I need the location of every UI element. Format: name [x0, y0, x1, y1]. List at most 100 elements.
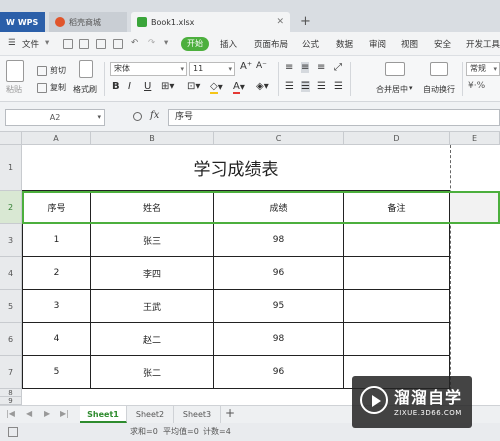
column-header-b[interactable]: B	[91, 132, 214, 145]
file-menu[interactable]: 文件	[22, 38, 39, 50]
merge-dropdown-icon[interactable]: ▾	[409, 84, 413, 92]
first-sheet-icon[interactable]: |◀	[6, 409, 15, 418]
paste-button[interactable]: 粘贴	[6, 84, 22, 95]
menu-page-layout[interactable]: 页面布局	[254, 38, 288, 50]
wrap-text-icon[interactable]	[430, 62, 448, 76]
table-cell[interactable]	[344, 290, 450, 323]
table-cell[interactable]: 5	[22, 356, 91, 389]
row-header-6[interactable]: 6	[0, 323, 22, 356]
align-center-icon[interactable]: ☰	[301, 81, 310, 92]
merge-center-icon[interactable]	[385, 62, 405, 76]
table-cell[interactable]	[344, 323, 450, 356]
paste-icon[interactable]	[6, 60, 24, 82]
table-cell[interactable]: 李四	[91, 257, 214, 290]
wps-home-tab[interactable]: W WPS	[0, 12, 45, 32]
sheet-tab-sheet3[interactable]: Sheet3	[174, 406, 221, 423]
menu-view[interactable]: 视图	[401, 38, 418, 50]
italic-icon[interactable]: I	[128, 81, 131, 92]
merge-center-button[interactable]: 合并居中	[376, 84, 408, 95]
copy-button[interactable]: 复制	[37, 82, 66, 93]
menu-review[interactable]: 审阅	[369, 38, 386, 50]
add-sheet-icon[interactable]: +	[225, 406, 235, 420]
table-cell[interactable]	[344, 224, 450, 257]
daoke-store-tab[interactable]: 稻壳商城	[49, 12, 127, 32]
cut-button[interactable]: 剪切	[37, 65, 66, 76]
underline-icon[interactable]: U	[144, 81, 151, 92]
table-cell[interactable]: 98	[214, 323, 344, 356]
row-header-9[interactable]: 9	[0, 397, 22, 405]
select-all-corner[interactable]	[0, 132, 22, 145]
chevron-down-icon[interactable]: ▾	[45, 38, 49, 48]
redo-icon[interactable]: ↷	[148, 38, 155, 48]
row-header-2[interactable]: 2	[0, 191, 22, 224]
sheet-title-cell[interactable]: 学习成绩表	[22, 145, 450, 191]
increase-font-icon[interactable]: A⁺	[240, 61, 252, 72]
menu-security[interactable]: 安全	[434, 38, 451, 50]
menu-developer[interactable]: 开发工具	[466, 38, 500, 50]
menu-insert[interactable]: 插入	[220, 38, 237, 50]
header-cell-notes[interactable]: 备注	[344, 191, 450, 224]
next-sheet-icon[interactable]: ▶	[44, 409, 50, 418]
row-header-5[interactable]: 5	[0, 290, 22, 323]
orientation-icon[interactable]: ⤢	[334, 62, 342, 73]
header-cell-e[interactable]	[450, 191, 500, 224]
column-header-d[interactable]: D	[344, 132, 450, 145]
table-cell[interactable]: 3	[22, 290, 91, 323]
table-cell[interactable]: 王武	[91, 290, 214, 323]
table-cell[interactable]: 98	[214, 224, 344, 257]
header-cell-name[interactable]: 姓名	[91, 191, 214, 224]
align-top-icon[interactable]: ≡	[285, 62, 293, 73]
row-header-1[interactable]: 1	[0, 145, 22, 191]
row-header-7[interactable]: 7	[0, 356, 22, 389]
new-tab-icon[interactable]: +	[300, 14, 311, 29]
table-cell[interactable]: 1	[22, 224, 91, 257]
name-box[interactable]: A2	[5, 109, 105, 126]
spreadsheet-grid[interactable]: A B C D E 1 2 3 4 5 6 7 8 9 学习成绩表 序号 姓名 …	[0, 132, 500, 405]
formula-input[interactable]: 序号	[168, 109, 500, 126]
table-cell[interactable]	[344, 257, 450, 290]
export-icon[interactable]	[113, 39, 123, 49]
currency-format-icon[interactable]: ¥·%	[468, 81, 485, 91]
format-painter-icon[interactable]	[79, 60, 93, 78]
row-header-3[interactable]: 3	[0, 224, 22, 257]
number-format-select[interactable]: 常规	[466, 62, 500, 76]
column-header-c[interactable]: C	[214, 132, 344, 145]
sheet-tab-sheet1[interactable]: Sheet1	[80, 406, 127, 423]
table-cell[interactable]: 4	[22, 323, 91, 356]
prev-sheet-icon[interactable]: ◀	[26, 409, 32, 418]
menu-formulas[interactable]: 公式	[302, 38, 319, 50]
table-cell[interactable]: 赵二	[91, 323, 214, 356]
borders-icon[interactable]: ⊞▾	[161, 81, 174, 92]
table-cell[interactable]: 2	[22, 257, 91, 290]
align-left-icon[interactable]: ☰	[285, 81, 294, 92]
column-header-a[interactable]: A	[22, 132, 91, 145]
print-preview-icon[interactable]	[96, 39, 106, 49]
align-middle-icon[interactable]: ≡	[301, 62, 310, 73]
zoom-icon[interactable]	[133, 112, 142, 121]
table-cell[interactable]: 95	[214, 290, 344, 323]
font-name-select[interactable]: 宋体	[110, 62, 187, 76]
fx-icon[interactable]: fx	[150, 110, 159, 121]
cell-style-icon[interactable]: ⊡▾	[187, 81, 200, 92]
last-sheet-icon[interactable]: ▶|	[60, 409, 69, 418]
book1-tab[interactable]: Book1.xlsx ✕	[131, 12, 290, 32]
header-cell-index[interactable]: 序号	[22, 191, 91, 224]
fill-color-icon[interactable]: ◇ ▾	[210, 81, 223, 94]
format-painter-button[interactable]: 格式刷	[73, 84, 97, 95]
close-tab-icon[interactable]: ✕	[276, 17, 284, 27]
quick-access-dropdown-icon[interactable]: ▾	[164, 38, 168, 48]
menu-start[interactable]: 开始	[181, 37, 209, 51]
decrease-font-icon[interactable]: A⁻	[256, 61, 267, 71]
macro-icon[interactable]	[8, 427, 18, 437]
align-bottom-icon[interactable]: ≡	[317, 62, 325, 73]
table-cell[interactable]: 张二	[91, 356, 214, 389]
font-color-icon[interactable]: A ▾	[233, 81, 245, 94]
sheet-tab-sheet2[interactable]: Sheet2	[127, 406, 174, 423]
row-header-4[interactable]: 4	[0, 257, 22, 290]
hamburger-icon[interactable]: ☰	[8, 38, 16, 48]
table-cell[interactable]: 96	[214, 356, 344, 389]
table-cell[interactable]: 96	[214, 257, 344, 290]
header-cell-score[interactable]: 成绩	[214, 191, 344, 224]
clear-format-icon[interactable]: ◈▾	[256, 81, 269, 92]
table-cell[interactable]: 张三	[91, 224, 214, 257]
